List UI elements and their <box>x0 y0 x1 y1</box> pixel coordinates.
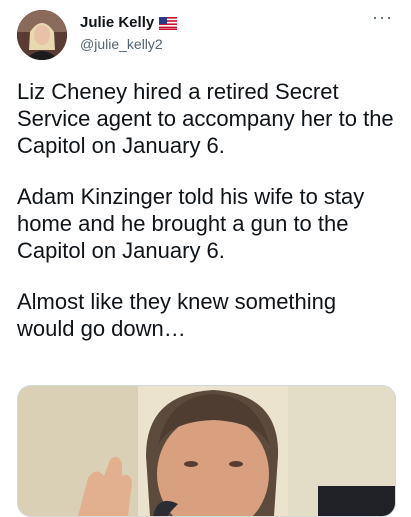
tweet-paragraph: Liz Cheney hired a retired Secret Servic… <box>17 79 394 158</box>
tweet-image[interactable] <box>17 385 396 517</box>
tweet-paragraph: Adam Kinzinger told his wife to stay hom… <box>17 184 365 263</box>
us-flag-icon <box>159 16 178 30</box>
author-row: Julie Kelly <box>80 14 178 32</box>
tweet-paragraph: Almost like they knew something would go… <box>17 289 337 341</box>
tweet-text: Liz Cheney hired a retired Secret Servic… <box>17 78 397 366</box>
more-options-icon[interactable]: ··· <box>372 8 393 26</box>
author-handle[interactable]: @julie_kelly2 <box>80 36 163 52</box>
author-name[interactable]: Julie Kelly <box>80 14 154 32</box>
avatar[interactable] <box>17 10 67 60</box>
